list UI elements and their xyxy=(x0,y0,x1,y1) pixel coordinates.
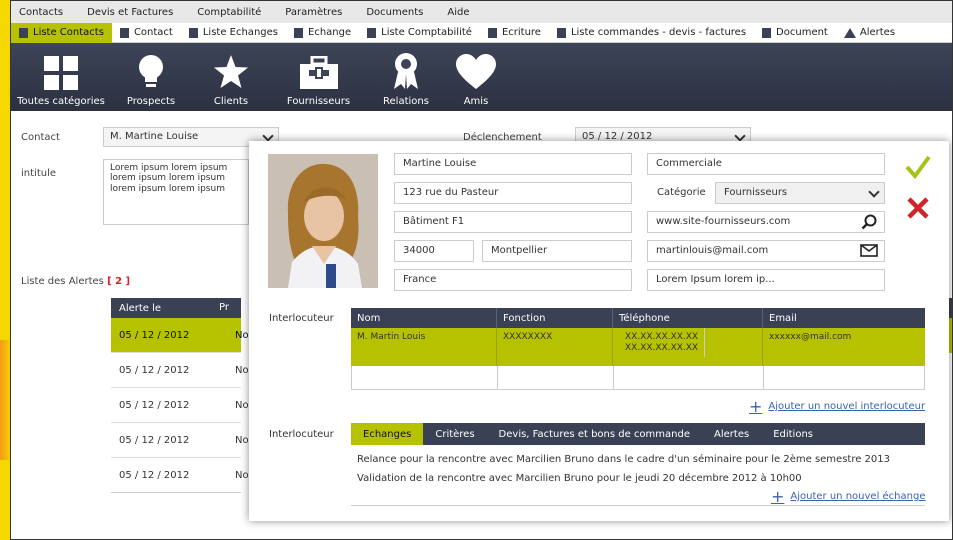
chevron-down-icon xyxy=(734,130,746,142)
list-icon xyxy=(367,27,377,38)
table-row[interactable] xyxy=(351,366,925,390)
avatar xyxy=(268,154,378,288)
add-exchange-link[interactable]: + Ajouter un nouvel échange xyxy=(771,487,925,506)
toolbar-prospects[interactable]: Prospects xyxy=(111,54,191,111)
table-row[interactable]: 05 / 12 / 2012 No xyxy=(111,318,249,353)
toolbar-fournisseurs[interactable]: Fournisseurs xyxy=(271,56,366,111)
add-interlocuteur-link[interactable]: + Ajouter un nouvel interlocuteur xyxy=(749,397,925,416)
briefcase-icon xyxy=(299,56,338,89)
menu-devis-factures[interactable]: Devis et Factures xyxy=(87,7,173,18)
plus-icon: + xyxy=(749,397,763,416)
divider xyxy=(351,505,925,506)
contact-detail-modal: Martine Louise 123 rue du Pasteur Bâtime… xyxy=(249,141,949,521)
toolbar-clients[interactable]: Clients xyxy=(191,54,271,111)
mail-icon[interactable] xyxy=(860,244,878,257)
menu-aide[interactable]: Aide xyxy=(447,7,469,18)
menu-documents[interactable]: Documents xyxy=(366,7,423,18)
list-icon xyxy=(556,27,566,38)
tab-bar: Liste Contacts Contact Liste Echanges Ec… xyxy=(11,22,952,43)
contact-label: Contact xyxy=(21,132,60,143)
cancel-close-icon[interactable] xyxy=(907,197,929,219)
zip-field[interactable]: 34000 xyxy=(394,240,474,262)
exchange-tabs: Echanges Critères Devis, Factures et bon… xyxy=(351,423,925,445)
tab-echange[interactable]: Echange xyxy=(286,23,359,43)
grid-icon xyxy=(44,56,78,90)
exchange-item[interactable]: Validation de la rencontre avec Marcilie… xyxy=(357,473,802,484)
intitule-textarea[interactable]: Lorem ipsum lorem ipsum lorem ipsum lore… xyxy=(103,159,249,225)
interlocuteur-label-2: Interlocuteur xyxy=(269,429,334,440)
menu-bar: Contacts Devis et Factures Comptabilité … xyxy=(11,1,952,23)
tab-echanges[interactable]: Echanges xyxy=(351,423,424,445)
document-icon xyxy=(487,27,497,38)
city-field[interactable]: Montpellier xyxy=(482,240,632,262)
table-row[interactable]: 05 / 12 / 2012 No xyxy=(111,388,249,423)
contacts-icon xyxy=(19,27,28,38)
tab-devis-factures[interactable]: Devis, Factures et bons de commande xyxy=(487,423,702,445)
tab-alertes[interactable]: Alertes xyxy=(836,23,903,43)
exchange-item[interactable]: Relance pour la rencontre avec Marcilien… xyxy=(357,454,890,465)
toolbar-amis[interactable]: Amis xyxy=(446,54,506,111)
alerts-count: [ 2 ] xyxy=(107,276,131,287)
tab-editions[interactable]: Editions xyxy=(761,423,825,445)
tab-criteres[interactable]: Critères xyxy=(423,423,486,445)
chevron-down-icon xyxy=(262,130,274,142)
contact-photo xyxy=(268,154,378,288)
address2-field[interactable]: Bâtiment F1 xyxy=(394,211,632,233)
tab-liste-comptabilite[interactable]: Liste Comptabilité xyxy=(359,23,480,43)
search-icon[interactable] xyxy=(861,214,877,230)
category-label: Catégorie xyxy=(657,187,706,198)
tab-alertes-modal[interactable]: Alertes xyxy=(702,423,761,445)
table-row[interactable]: 05 / 12 / 2012 No xyxy=(111,353,249,388)
ribbon-icon xyxy=(394,53,418,89)
app-window: Contacts Devis et Factures Comptabilité … xyxy=(10,0,953,540)
plus-icon: + xyxy=(771,487,785,506)
website-field[interactable]: www.site-fournisseurs.com xyxy=(647,211,885,233)
tab-contact[interactable]: Contact xyxy=(112,23,181,43)
menu-comptabilite[interactable]: Comptabilité xyxy=(197,7,261,18)
tab-liste-echanges[interactable]: Liste Echanges xyxy=(181,23,286,43)
alerts-header-col2: Pr xyxy=(219,302,229,313)
person-icon xyxy=(119,27,129,38)
toolbar-toutes-categories[interactable]: Toutes catégories xyxy=(11,56,111,111)
email-field[interactable]: martinlouis@mail.com xyxy=(647,240,885,262)
chevron-down-icon xyxy=(868,186,880,198)
heart-icon xyxy=(456,54,496,89)
category-toolbar: Toutes catégories Prospects Clients Four… xyxy=(11,43,952,111)
alerts-title: Liste des Alertes [ 2 ] xyxy=(21,276,131,287)
warning-icon xyxy=(843,27,856,38)
interlocuteur-label: Interlocuteur xyxy=(269,313,334,324)
tab-liste-contacts[interactable]: Liste Contacts xyxy=(11,22,112,43)
document-icon xyxy=(294,27,303,38)
table-row[interactable]: 05 / 12 / 2012 No xyxy=(111,423,249,458)
menu-contacts[interactable]: Contacts xyxy=(19,7,63,18)
country-field[interactable]: France xyxy=(394,269,632,291)
note-field[interactable]: Lorem Ipsum lorem ip... xyxy=(647,269,885,291)
toolbar-relations[interactable]: Relations xyxy=(366,52,446,111)
menu-parametres[interactable]: Paramètres xyxy=(285,7,342,18)
document-icon xyxy=(762,27,772,38)
interlocuteur-grid-header: Nom Fonction Téléphone Email xyxy=(351,308,925,328)
table-row[interactable]: M. Martin Louis XXXXXXXX XX.XX.XX.XX.XX X… xyxy=(351,328,925,366)
intitule-label: intitule xyxy=(21,168,57,179)
tab-liste-commandes[interactable]: Liste commandes - devis - factures xyxy=(549,23,754,43)
star-icon xyxy=(214,55,248,88)
name-field[interactable]: Martine Louise xyxy=(394,153,632,175)
tab-ecriture[interactable]: Ecriture xyxy=(480,23,549,43)
lightbulb-icon xyxy=(139,55,163,87)
category-select[interactable]: Fournisseurs xyxy=(715,182,885,204)
role-field[interactable]: Commerciale xyxy=(647,153,885,175)
address1-field[interactable]: 123 rue du Pasteur xyxy=(394,182,632,204)
confirm-check-icon[interactable] xyxy=(905,155,931,179)
tab-document[interactable]: Document xyxy=(754,23,836,43)
list-icon xyxy=(188,27,198,38)
table-row[interactable]: 05 / 12 / 2012 No xyxy=(111,458,249,493)
